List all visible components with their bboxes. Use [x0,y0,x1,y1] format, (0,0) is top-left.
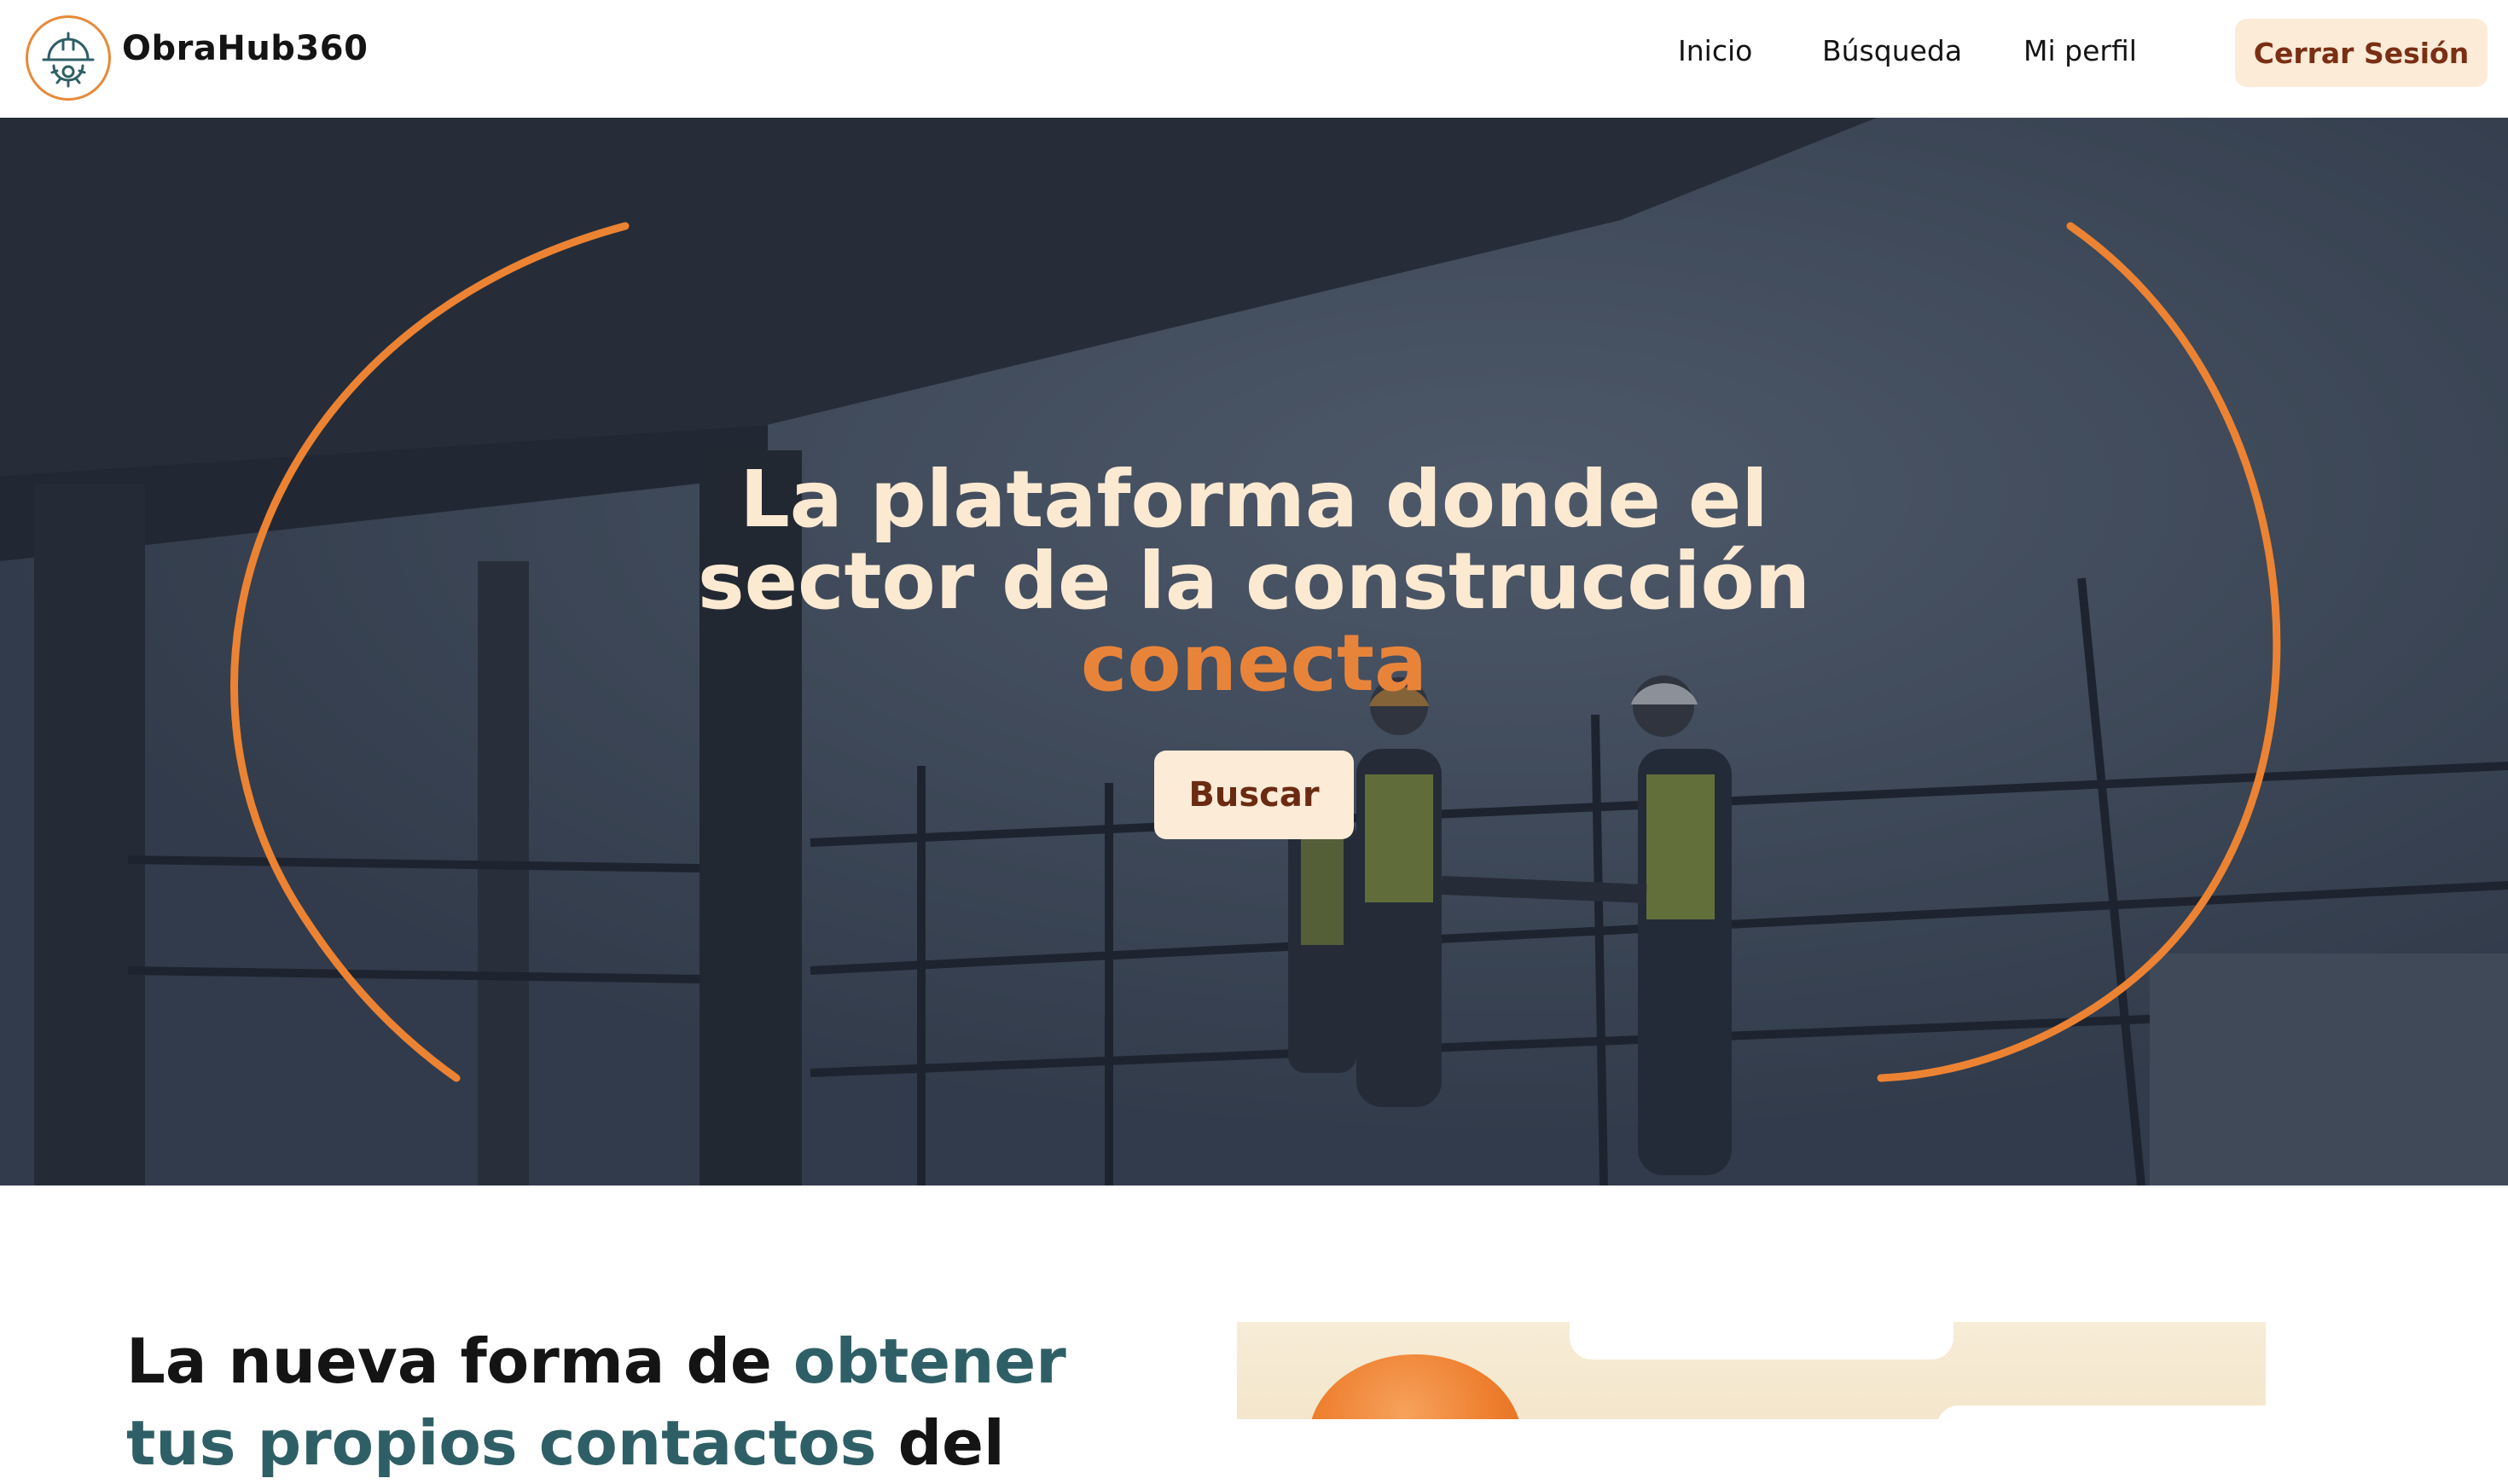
hero-title-line1: La plataforma donde el [740,454,1768,545]
helmet-illustration [1309,1354,1522,1419]
brand-name[interactable]: ObraHub360 [122,29,368,68]
feature-illustration-card [1237,1322,2266,1419]
top-navbar: ObraHub360 Inicio Búsqueda Mi perfil Cer… [0,0,2508,118]
search-button[interactable]: Buscar [1154,751,1354,839]
section-heading-part2: del [876,1407,1005,1479]
helmet-gear-icon[interactable] [26,15,111,101]
logout-button[interactable]: Cerrar Sesión [2235,19,2488,87]
nav-link-busqueda[interactable]: Búsqueda [1822,34,1962,67]
section-heading: La nueva forma de obtener tus propios co… [126,1320,1150,1484]
hero-section: La plataforma donde el sector de la cons… [0,118,2508,1185]
card-tab-shape [1570,1322,1954,1359]
nav-link-mi-perfil[interactable]: Mi perfil [2023,34,2137,67]
nav-link-inicio[interactable]: Inicio [1678,34,1752,67]
card-tab-shape-lower [1936,1406,2266,1419]
section-heading-part1: La nueva forma de [126,1325,793,1397]
hero-title-line2: sector de la construcción [697,536,1811,627]
hero-title-accent: conecta [1080,617,1428,709]
hero-title: La plataforma donde el sector de la cons… [614,459,1894,704]
